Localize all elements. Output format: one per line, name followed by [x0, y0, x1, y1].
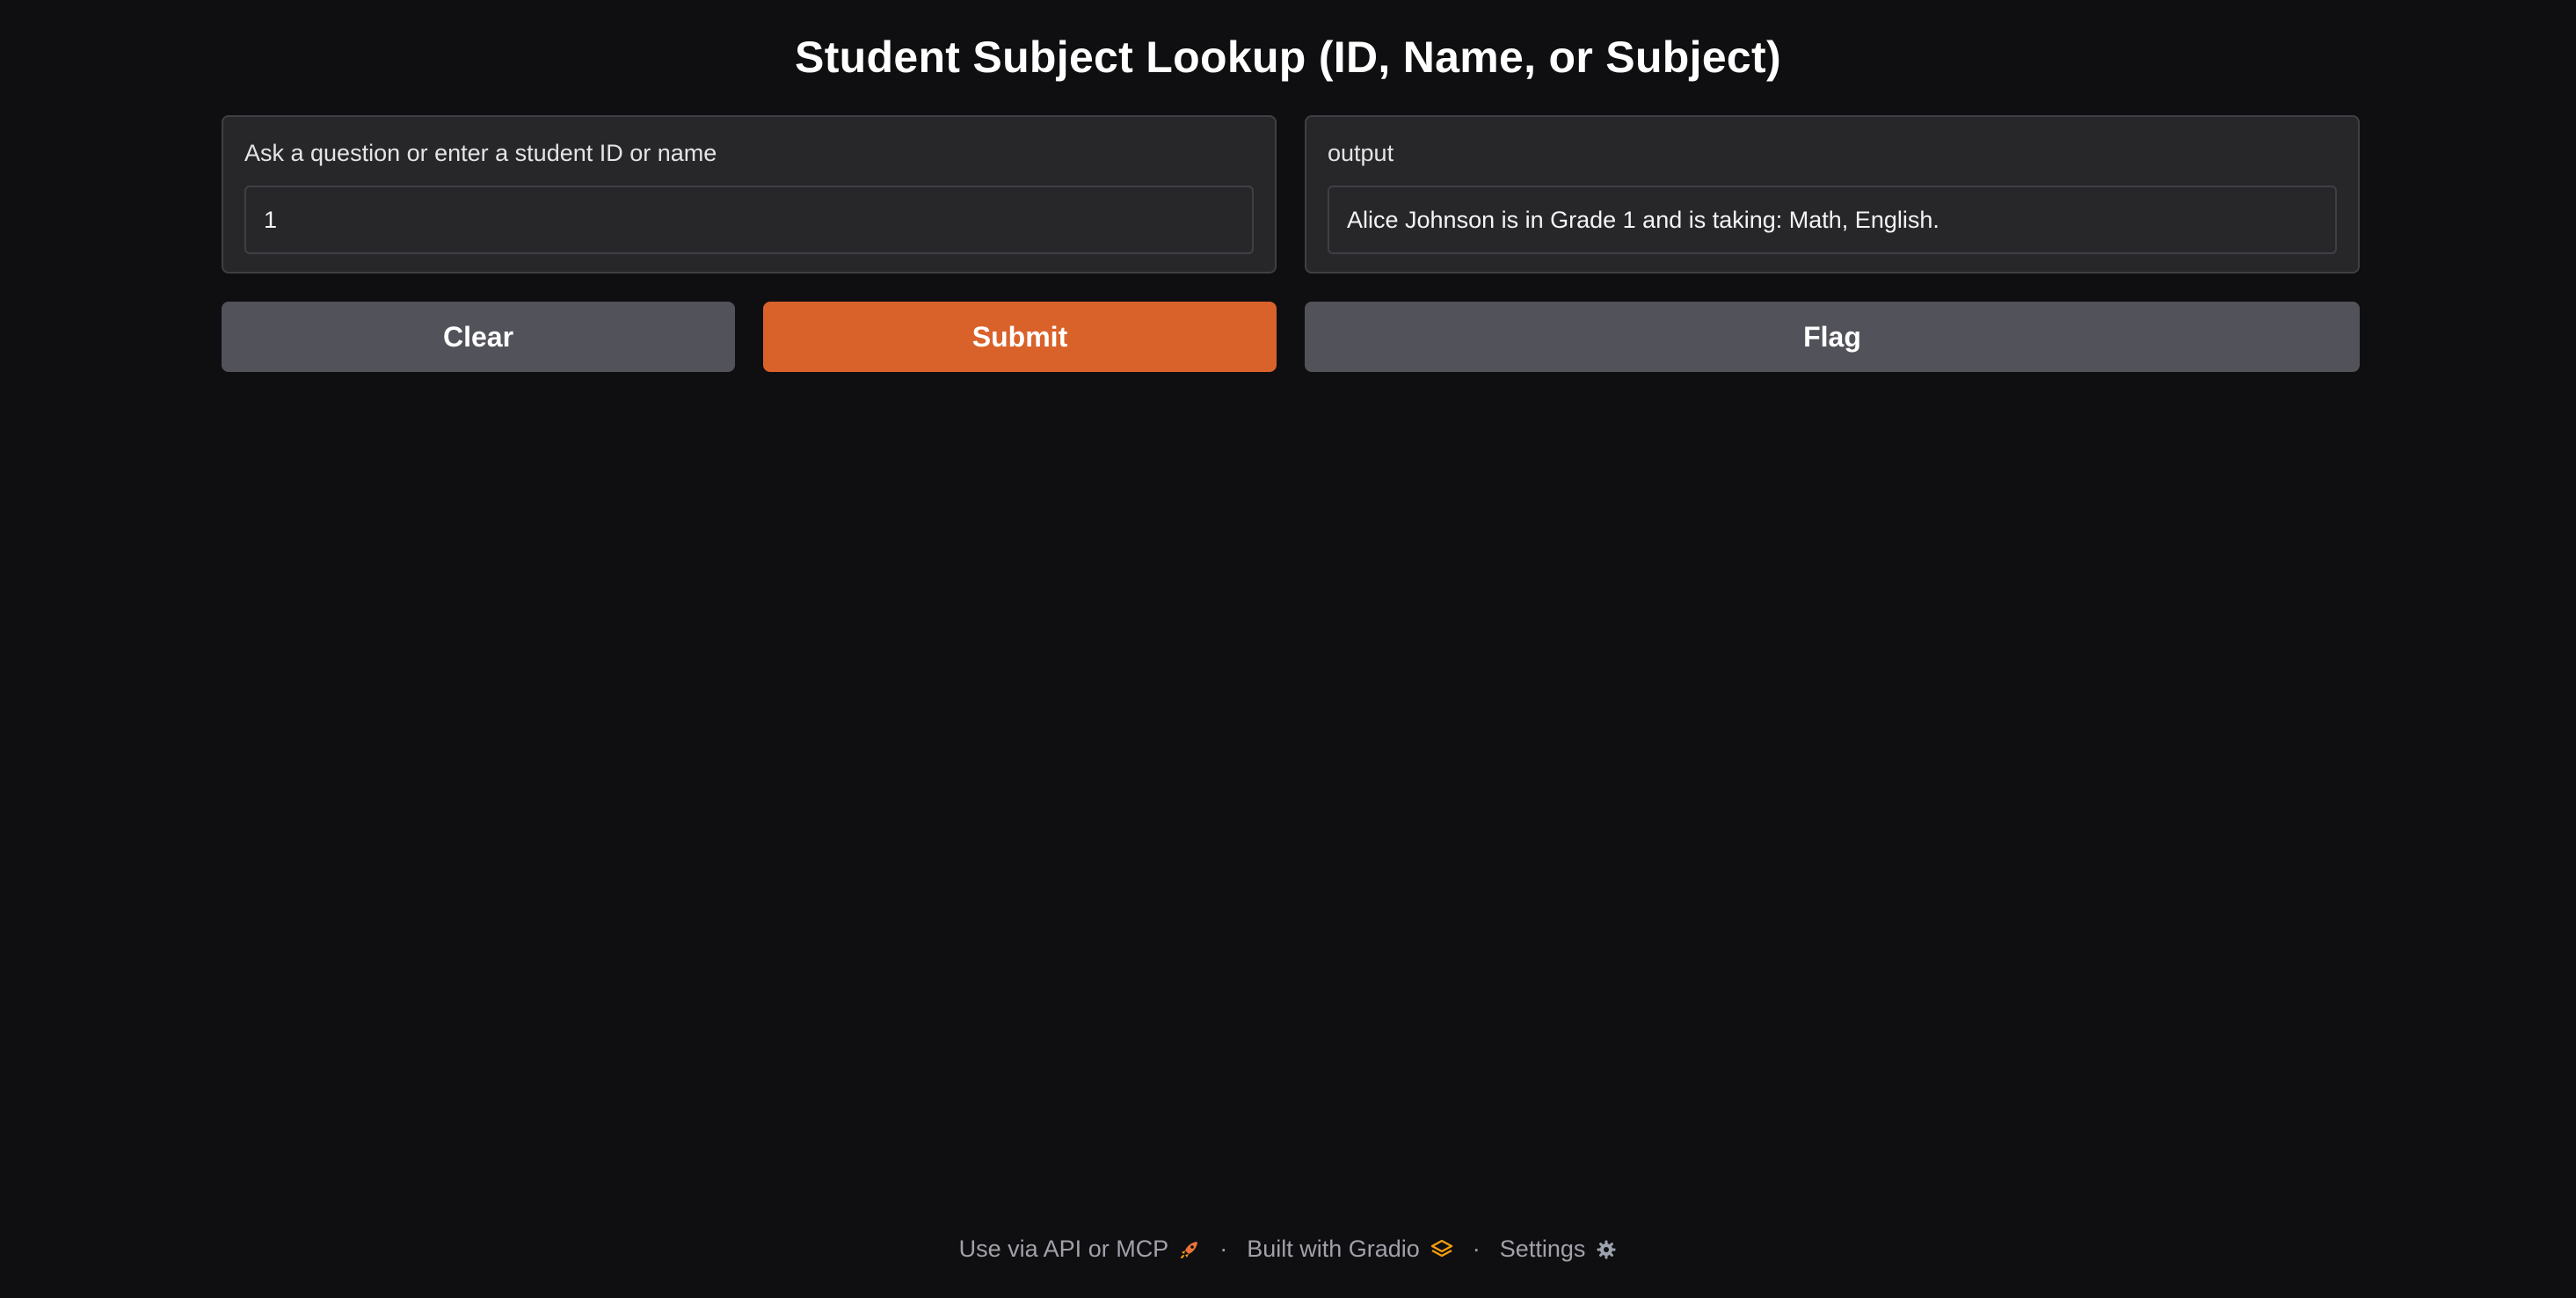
output-label: output — [1328, 140, 1394, 166]
output-panel: output Alice Johnson is in Grade 1 and i… — [1305, 115, 2360, 273]
query-input[interactable] — [244, 186, 1254, 254]
page-title: Student Subject Lookup (ID, Name, or Sub… — [795, 33, 1781, 82]
settings-link-label: Settings — [1499, 1236, 1586, 1262]
footer: Use via API or MCP · Built with Gradio · — [0, 1236, 2576, 1263]
footer-separator: · — [1219, 1236, 1228, 1262]
gradio-link-label: Built with Gradio — [1247, 1236, 1420, 1262]
flag-button[interactable]: Flag — [1305, 302, 2360, 372]
output-textbox[interactable]: Alice Johnson is in Grade 1 and is takin… — [1328, 186, 2337, 254]
submit-button[interactable]: Submit — [763, 302, 1277, 372]
gradio-logo-icon — [1430, 1239, 1453, 1260]
app-root: Student Subject Lookup (ID, Name, or Sub… — [0, 0, 2576, 1298]
gradio-link[interactable]: Built with Gradio — [1247, 1236, 1453, 1263]
input-label: Ask a question or enter a student ID or … — [244, 140, 717, 166]
rocket-icon — [1179, 1239, 1200, 1260]
input-panel: Ask a question or enter a student ID or … — [222, 115, 1277, 273]
settings-link[interactable]: Settings — [1500, 1236, 1618, 1263]
api-link-label: Use via API or MCP — [958, 1236, 1169, 1262]
gear-icon — [1596, 1239, 1617, 1260]
api-link[interactable]: Use via API or MCP — [959, 1236, 1201, 1263]
footer-separator: · — [1472, 1236, 1481, 1262]
clear-button[interactable]: Clear — [222, 302, 735, 372]
